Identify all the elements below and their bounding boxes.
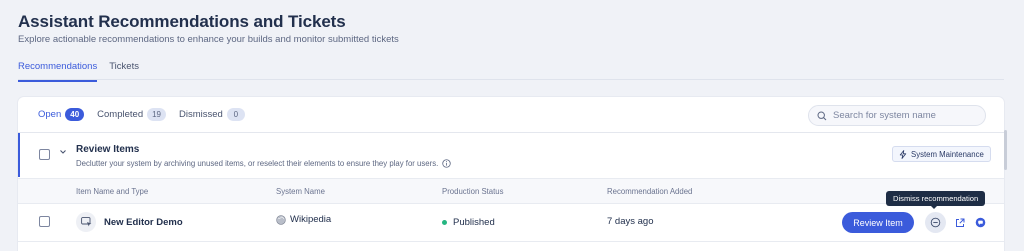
- column-header-added: Recommendation Added: [607, 187, 693, 196]
- scrollbar[interactable]: [1004, 130, 1007, 170]
- external-link-icon: [955, 218, 964, 227]
- group-checkbox[interactable]: [39, 149, 50, 160]
- lightning-icon: [899, 149, 907, 159]
- row-checkbox[interactable]: [39, 216, 50, 227]
- tab-completed[interactable]: Completed 19: [97, 108, 167, 121]
- review-item-button[interactable]: Review Item: [842, 212, 914, 233]
- system-name-text: Wikipedia: [290, 214, 332, 225]
- column-header-status: Production Status: [442, 187, 504, 196]
- info-icon[interactable]: [442, 159, 451, 168]
- recommendation-added: 7 days ago: [607, 216, 654, 227]
- globe-icon: [276, 214, 286, 225]
- column-header-item: Item Name and Type: [76, 187, 149, 196]
- status-text: Published: [453, 217, 495, 228]
- item-type-badge: [76, 212, 96, 232]
- search-icon: [817, 110, 827, 120]
- category-tag: System Maintenance: [892, 146, 991, 162]
- recommendations-card: Open 40 Completed 19 Dismissed 0 Review …: [18, 97, 1004, 251]
- tab-open-count: 40: [65, 108, 85, 121]
- column-header-system: System Name: [276, 187, 325, 196]
- page-title: Assistant Recommendations and Tickets: [18, 12, 346, 31]
- system-name: Wikipedia: [276, 214, 331, 225]
- table-row[interactable]: New Editor Demo Wikipedia Published 7 da…: [18, 204, 1004, 241]
- tab-dismissed-label: Dismissed: [179, 109, 223, 120]
- editor-icon: [80, 217, 91, 227]
- tab-dismissed[interactable]: Dismissed 0: [179, 108, 245, 121]
- status-dot: [442, 220, 447, 225]
- page-subtitle: Explore actionable recommendations to en…: [18, 34, 399, 45]
- chevron-down-icon[interactable]: [59, 148, 67, 156]
- tooltip-arrow: [930, 205, 938, 209]
- search-input[interactable]: [833, 110, 973, 121]
- chat-icon: [975, 217, 986, 228]
- group-description-text: Declutter your system by archiving unuse…: [76, 159, 439, 168]
- tab-open-label: Open: [38, 109, 62, 120]
- table-header: Item Name and Type System Name Productio…: [18, 178, 1004, 204]
- production-status: Published: [442, 217, 495, 228]
- group-title: Review Items: [76, 144, 140, 155]
- row-divider: [18, 241, 1004, 242]
- dismiss-icon: [930, 217, 941, 228]
- category-tag-label: System Maintenance: [911, 149, 984, 159]
- recommendation-group: Review Items Declutter your system by ar…: [18, 133, 1004, 177]
- tabs-divider: [18, 79, 1004, 80]
- tab-completed-label: Completed: [97, 109, 144, 120]
- group-description: Declutter your system by archiving unuse…: [76, 159, 451, 168]
- dismiss-button[interactable]: [925, 212, 946, 233]
- open-external-button[interactable]: [952, 215, 967, 230]
- item-name[interactable]: New Editor Demo: [104, 217, 183, 228]
- chat-button[interactable]: [973, 215, 988, 230]
- group-accent-bar: [18, 133, 20, 177]
- dismiss-tooltip: Dismiss recommendation: [886, 191, 986, 206]
- status-tabs: Open 40 Completed 19 Dismissed 0: [38, 108, 245, 121]
- tab-dismissed-count: 0: [226, 108, 245, 121]
- tab-completed-count: 19: [147, 108, 167, 121]
- search-box[interactable]: [808, 105, 986, 126]
- tab-open[interactable]: Open 40: [38, 108, 85, 121]
